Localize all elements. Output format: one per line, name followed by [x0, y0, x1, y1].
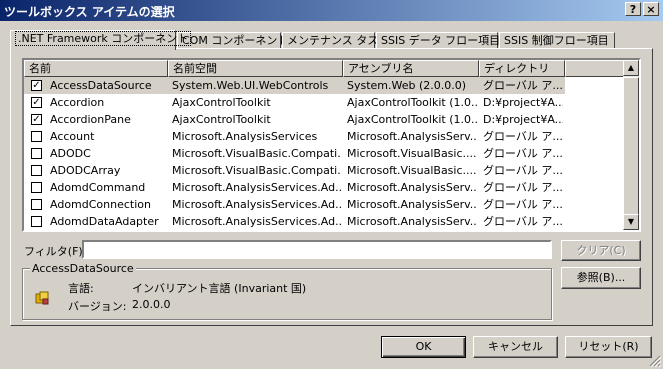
- row-directory: グローバル ア...: [483, 164, 563, 177]
- row-directory: D:¥project¥A...: [483, 96, 563, 109]
- filter-label: フィルタ(F):: [24, 245, 87, 258]
- row-directory: グローバル ア...: [483, 181, 563, 194]
- tab-ssis-dataflow[interactable]: SSIS データ フロー項目: [376, 32, 500, 49]
- cancel-button[interactable]: キャンセル: [473, 336, 558, 358]
- version-label: バージョン:: [68, 300, 127, 313]
- version-value: 2.0.0.0: [132, 298, 171, 311]
- row-checkbox[interactable]: ✓: [31, 97, 42, 108]
- row-assembly: Microsoft.AnalysisServ...: [347, 215, 477, 228]
- ok-button[interactable]: OK: [381, 336, 466, 358]
- row-namespace: Microsoft.AnalysisServices.Ad...: [172, 198, 342, 211]
- row-assembly: System.Web (2.0.0.0): [347, 79, 467, 92]
- row-checkbox[interactable]: [31, 199, 42, 210]
- row-namespace: Microsoft.AnalysisServices.Ad...: [172, 215, 342, 228]
- tab-com[interactable]: COM コンポーネント: [177, 32, 288, 49]
- table-row[interactable]: ADODCArray Microsoft.VisualBasic.Compati.…: [24, 162, 565, 179]
- table-row[interactable]: Account Microsoft.AnalysisServices Microso…: [24, 128, 565, 145]
- row-name: ADODCArray: [50, 164, 121, 177]
- clear-button[interactable]: クリア(C): [561, 240, 641, 261]
- reset-button[interactable]: リセット(R): [565, 336, 652, 358]
- row-checkbox[interactable]: [31, 216, 42, 227]
- package-icon: [35, 291, 49, 305]
- close-button[interactable]: ×: [643, 2, 659, 16]
- browse-button[interactable]: 参照(B)...: [561, 267, 641, 289]
- window-title: ツールボックス アイテムの選択: [4, 5, 175, 19]
- row-checkbox[interactable]: [31, 131, 42, 142]
- tab-net-framework[interactable]: .NET Framework コンポーネント: [10, 30, 192, 50]
- filter-input[interactable]: [82, 240, 552, 259]
- row-name: ADODC: [50, 147, 91, 160]
- language-label: 言語:: [68, 282, 94, 295]
- row-directory: グローバル ア...: [483, 147, 563, 160]
- row-assembly: Microsoft.VisualBasic....: [347, 164, 477, 177]
- toolbox-item-list[interactable]: 名前 名前空間 アセンブリ名 ディレクトリ ✓ AccessDataSource S…: [22, 58, 641, 232]
- row-namespace: System.Web.UI.WebControls: [172, 79, 329, 92]
- row-name: AccordionPane: [50, 113, 131, 126]
- language-value: インバリアント言語 (Invariant 国): [132, 282, 307, 295]
- column-header-assembly[interactable]: アセンブリ名: [343, 60, 479, 77]
- row-checkbox[interactable]: ✓: [31, 80, 42, 91]
- row-namespace: AjaxControlToolkit: [172, 113, 271, 126]
- row-name: AccessDataSource: [50, 79, 152, 92]
- row-directory: グローバル ア...: [483, 130, 563, 143]
- row-assembly: Microsoft.AnalysisServ...: [347, 198, 477, 211]
- row-namespace: Microsoft.VisualBasic.Compati...: [172, 164, 342, 177]
- table-row[interactable]: ADODC Microsoft.VisualBasic.Compati... Mic…: [24, 145, 565, 162]
- scroll-thumb[interactable]: [623, 77, 639, 227]
- tab-maintenance[interactable]: メンテナンス タスク: [282, 32, 389, 49]
- row-directory: グローバル ア...: [483, 79, 563, 92]
- row-assembly: Microsoft.AnalysisServ...: [347, 130, 477, 143]
- resize-grip-icon[interactable]: [649, 355, 661, 367]
- row-directory: グローバル ア...: [483, 198, 563, 211]
- list-header: 名前 名前空間 アセンブリ名 ディレクトリ: [24, 60, 624, 77]
- row-namespace: Microsoft.AnalysisServices.Ad...: [172, 181, 342, 194]
- scroll-up-icon[interactable]: ▲: [623, 60, 639, 76]
- scroll-down-icon[interactable]: ▼: [623, 214, 639, 230]
- column-header-namespace[interactable]: 名前空間: [168, 60, 343, 77]
- help-button[interactable]: ?: [625, 2, 641, 16]
- column-header-name[interactable]: 名前: [24, 60, 168, 77]
- row-assembly: Microsoft.AnalysisServ...: [347, 181, 477, 194]
- tab-ssis-controlflow[interactable]: SSIS 制御フロー項目: [499, 32, 615, 49]
- row-name: Accordion: [50, 96, 105, 109]
- row-directory: グローバル ア...: [483, 215, 563, 228]
- row-name: AdomdDataAdapter: [50, 215, 159, 228]
- row-name: Account: [50, 130, 95, 143]
- row-checkbox[interactable]: ✓: [31, 114, 42, 125]
- row-namespace: Microsoft.AnalysisServices: [172, 130, 318, 143]
- vertical-scrollbar[interactable]: ▲ ▼: [623, 60, 639, 230]
- row-checkbox[interactable]: [31, 182, 42, 193]
- table-row[interactable]: AdomdCommand Microsoft.AnalysisServices.A…: [24, 179, 565, 196]
- column-header-directory[interactable]: ディレクトリ: [479, 60, 565, 77]
- table-row[interactable]: AdomdConnection Microsoft.AnalysisService…: [24, 196, 565, 213]
- table-row[interactable]: ✓ Accordion AjaxControlToolkit AjaxControlT…: [24, 94, 565, 111]
- table-row[interactable]: ✓ AccessDataSource System.Web.UI.WebContro…: [24, 77, 565, 94]
- details-group-title: AccessDataSource: [30, 262, 136, 275]
- row-name: AdomdCommand: [50, 181, 146, 194]
- row-checkbox[interactable]: [31, 148, 42, 159]
- table-row[interactable]: ✓ AccordionPane AjaxControlToolkit AjaxCont…: [24, 111, 565, 128]
- table-row[interactable]: AdomdDataAdapter Microsoft.AnalysisServic…: [24, 213, 565, 230]
- row-name: AdomdConnection: [50, 198, 151, 211]
- row-assembly: AjaxControlToolkit (1.0....: [347, 96, 477, 109]
- row-directory: D:¥project¥A...: [483, 113, 563, 126]
- title-bar: ツールボックス アイテムの選択 ? ×: [0, 0, 663, 21]
- row-assembly: Microsoft.VisualBasic....: [347, 147, 477, 160]
- column-header-blank: [565, 60, 624, 77]
- row-checkbox[interactable]: [31, 165, 42, 176]
- row-namespace: Microsoft.VisualBasic.Compati...: [172, 147, 342, 160]
- row-namespace: AjaxControlToolkit: [172, 96, 271, 109]
- row-assembly: AjaxControlToolkit (1.0....: [347, 113, 477, 126]
